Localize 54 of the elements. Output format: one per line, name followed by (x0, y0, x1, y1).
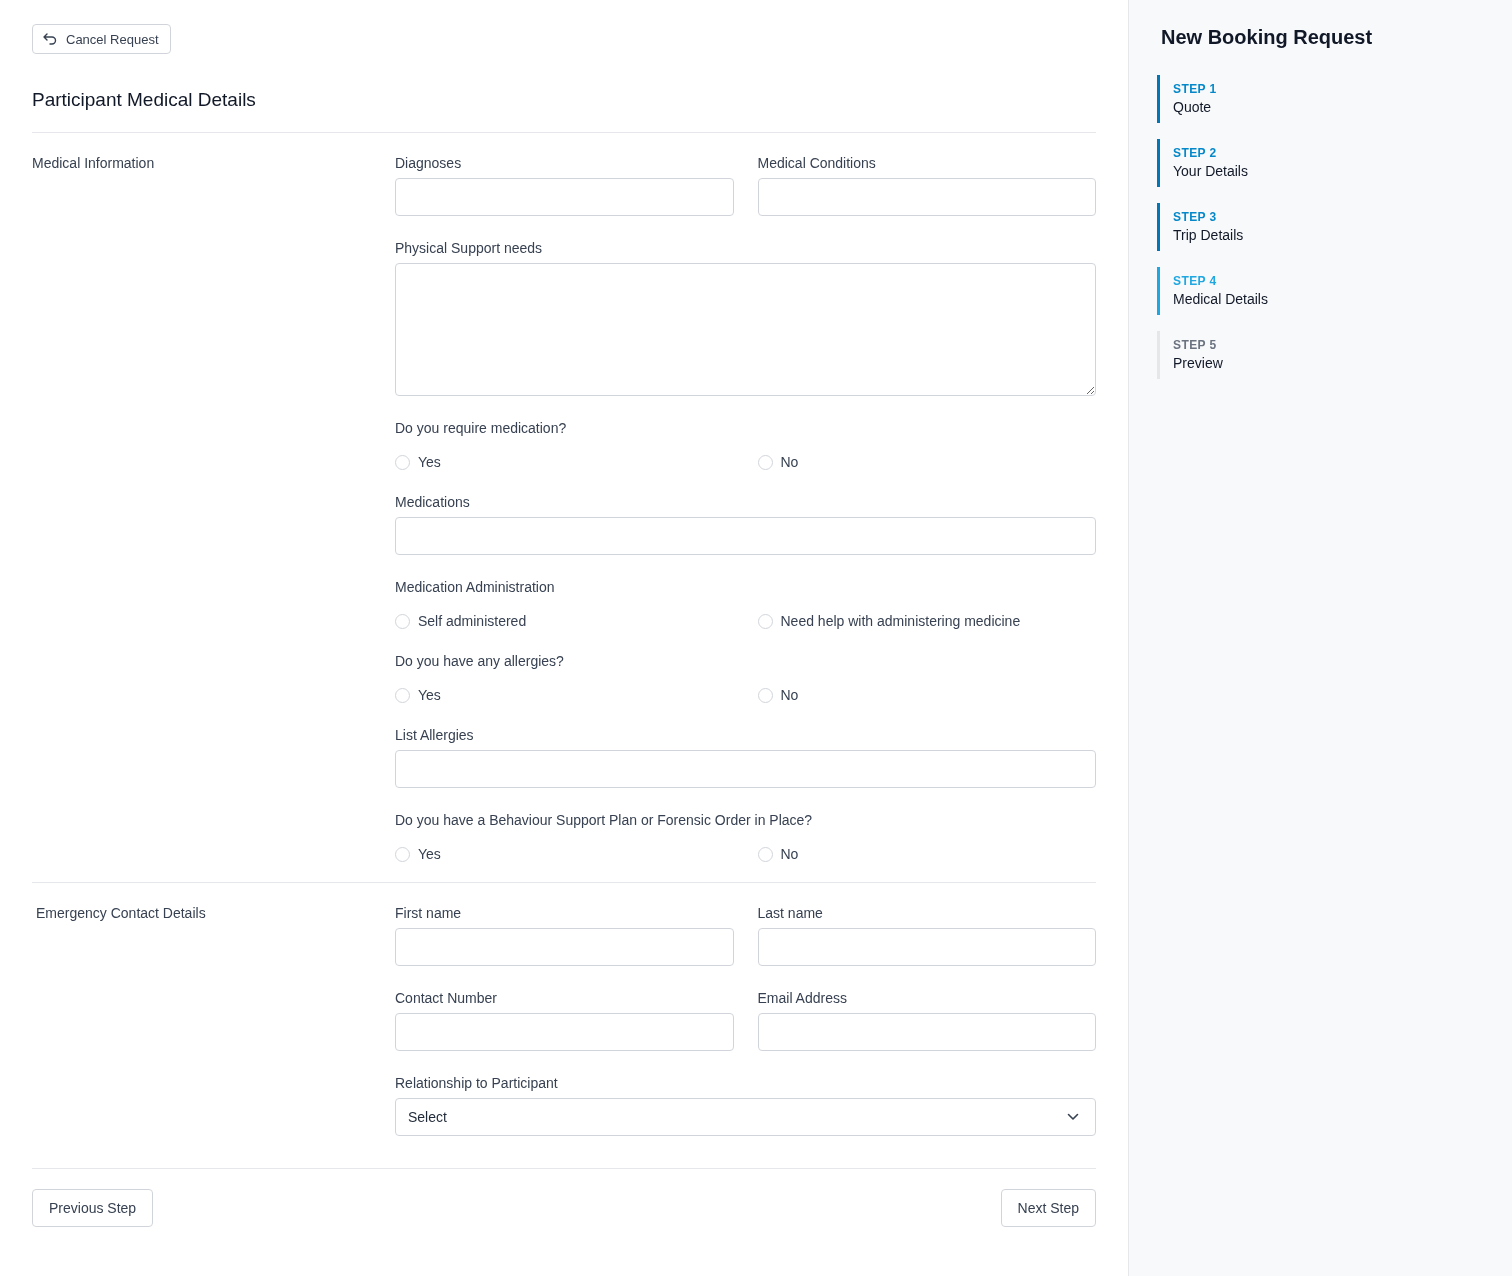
section-title: Medical Information (32, 155, 156, 173)
field-label: First name (395, 905, 462, 922)
question-label: Do you have a Behaviour Support Plan or Forensic Order in Place? (395, 812, 813, 829)
radio-button[interactable] (395, 846, 410, 862)
input-field[interactable] (395, 1013, 734, 1051)
question-label: Medication Administration (395, 579, 555, 596)
chevron-down-icon (1067, 1113, 1079, 1121)
step-item[interactable]: STEP 2 Your Details (1157, 139, 1484, 187)
input-field[interactable] (757, 928, 1096, 966)
question-label: Do you have any allergies? (395, 653, 564, 670)
input-field[interactable] (395, 517, 1096, 555)
option-label: No (780, 454, 799, 470)
input-field[interactable] (757, 178, 1096, 216)
step-item[interactable]: STEP 4 Medical Details (1157, 267, 1484, 315)
section-title: Emergency Contact Details (35, 905, 207, 923)
text-area[interactable] (395, 263, 1096, 396)
previous-step-button[interactable]: Previous Step (32, 1189, 154, 1227)
undo-arrow-icon (42, 31, 58, 47)
input-field[interactable] (757, 1013, 1096, 1051)
select-dropdown[interactable]: Select (395, 1098, 1096, 1136)
field-label: List Allergies (395, 727, 474, 744)
field-label: Contact Number (395, 990, 497, 1007)
step-item[interactable]: STEP 5 Preview (1157, 331, 1484, 379)
radio-button[interactable] (757, 613, 773, 629)
input-field[interactable] (395, 178, 734, 216)
option-label: No (780, 846, 799, 862)
field-label: Physical Support needs (395, 240, 543, 257)
input-field[interactable] (395, 750, 1096, 788)
sidebar-title: New Booking Request (1161, 26, 1374, 49)
input-field[interactable] (395, 928, 734, 966)
field-label: Medications (395, 494, 470, 511)
option-label: Yes (418, 687, 441, 703)
cancel-request-button[interactable]: Cancel Request (32, 24, 171, 54)
radio-button[interactable] (757, 687, 773, 703)
radio-button[interactable] (395, 454, 410, 470)
step-item[interactable]: STEP 3 Trip Details (1157, 203, 1484, 251)
field-label: Diagnoses (395, 155, 462, 172)
option-label: Need help with administering medicine (780, 613, 1021, 629)
question-label: Do you require medication? (395, 420, 567, 437)
radio-button[interactable] (757, 454, 773, 470)
next-step-button[interactable]: Next Step (1000, 1189, 1096, 1227)
option-label: Yes (418, 846, 441, 862)
field-label: Medical Conditions (757, 155, 876, 172)
step-item[interactable]: STEP 1 Quote (1157, 75, 1484, 123)
option-label: Yes (418, 454, 441, 470)
option-label: Self administered (418, 613, 527, 629)
option-label: No (780, 687, 799, 703)
radio-button[interactable] (757, 846, 773, 862)
field-label: Last name (757, 905, 823, 922)
radio-button[interactable] (395, 687, 410, 703)
field-label: Relationship to Participant (395, 1075, 558, 1092)
radio-button[interactable] (395, 613, 410, 629)
field-label: Email Address (757, 990, 847, 1007)
page-title: Participant Medical Details (32, 88, 257, 112)
